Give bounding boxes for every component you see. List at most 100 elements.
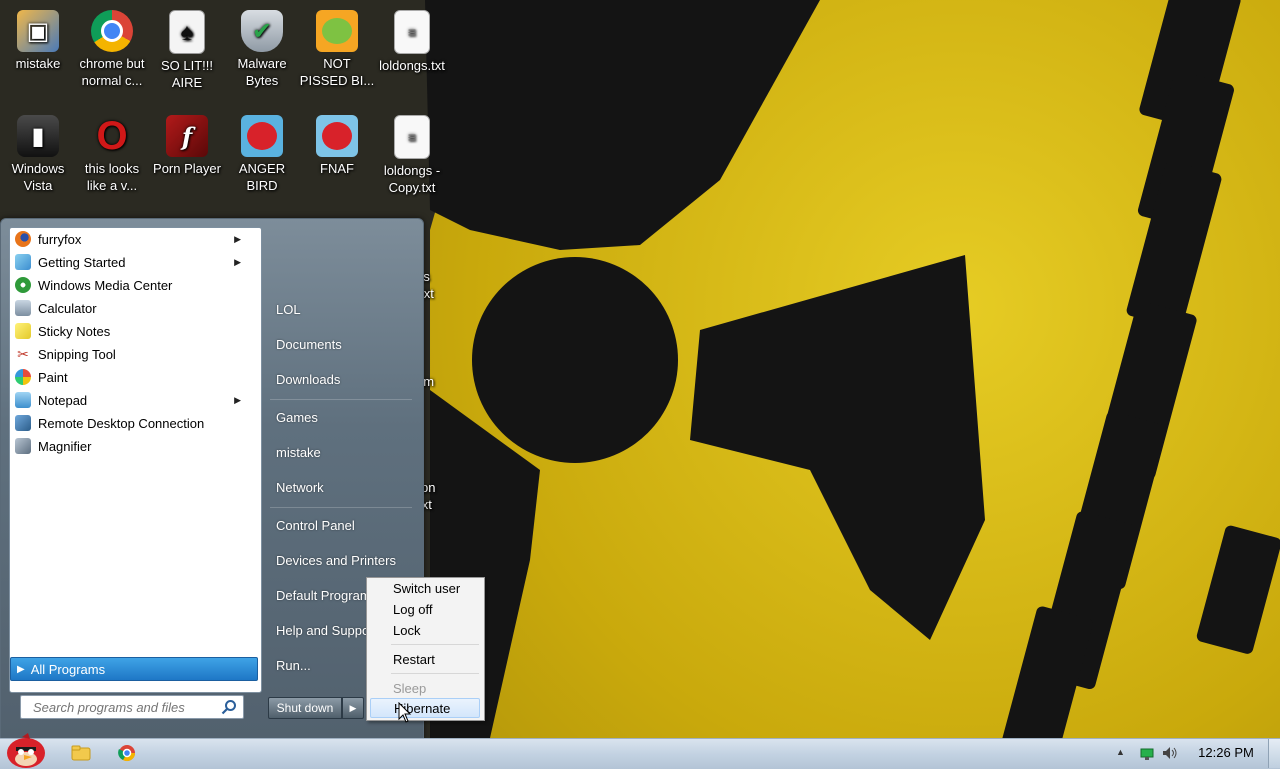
program-item-getting-started[interactable]: Getting Started ▶ bbox=[9, 251, 253, 273]
desktop-icon-opera[interactable]: O this looks like a v... bbox=[74, 109, 150, 194]
volume-icon[interactable] bbox=[1162, 746, 1178, 760]
program-label: Getting Started bbox=[38, 254, 126, 270]
menu-item-lock[interactable]: Lock bbox=[370, 620, 480, 640]
triangle-right-icon: ▶ bbox=[17, 663, 25, 675]
menu-item-switch-user[interactable]: Switch user bbox=[370, 578, 480, 598]
show-desktop-button[interactable] bbox=[1268, 739, 1280, 768]
desktop-icon-fnaf[interactable]: FNAF bbox=[299, 109, 375, 177]
green-pig-icon bbox=[316, 10, 358, 52]
right-link-devices-and-printers[interactable]: Devices and Printers bbox=[276, 553, 396, 568]
start-button[interactable] bbox=[4, 731, 48, 768]
program-item-calculator[interactable]: Calculator bbox=[9, 297, 253, 319]
program-item-notepad[interactable]: Notepad ▶ bbox=[9, 389, 253, 411]
shut-down-options-button[interactable]: ▶ bbox=[342, 697, 364, 719]
calculator-icon bbox=[15, 300, 31, 316]
show-hidden-icons-arrow[interactable]: ▲ bbox=[1116, 747, 1128, 759]
program-item-furryfox[interactable]: furryfox ▶ bbox=[9, 228, 253, 250]
network-tray-icon bbox=[1140, 748, 1154, 760]
right-link-default-programs[interactable]: Default Programs bbox=[276, 588, 366, 603]
cards-icon: ♠ bbox=[169, 10, 205, 54]
desktop-icon-label: chrome but normal c... bbox=[79, 56, 145, 88]
network-icon[interactable] bbox=[1140, 747, 1154, 760]
program-label: Magnifier bbox=[38, 438, 92, 454]
flash-icon: f bbox=[166, 115, 208, 157]
chrome-icon bbox=[118, 745, 136, 762]
desktop-icon-label: loldongs - Copy.txt bbox=[383, 163, 441, 195]
remote-desktop-icon bbox=[15, 415, 31, 431]
taskbar-chrome-button[interactable] bbox=[116, 743, 138, 763]
desktop-icon-not-pissed[interactable]: NOT PISSED BI... bbox=[299, 4, 375, 89]
taskbar-clock[interactable]: 12:26 PM bbox=[1188, 745, 1264, 760]
program-item-sticky-notes[interactable]: Sticky Notes bbox=[9, 320, 253, 342]
desktop-icon-loldongs[interactable]: ≡ loldongs.txt bbox=[374, 4, 450, 74]
taskbar bbox=[0, 738, 1280, 769]
shield-icon: ✔ bbox=[241, 10, 283, 52]
program-item-remote-desktop-connection[interactable]: Remote Desktop Connection bbox=[9, 412, 253, 434]
red-bird-icon bbox=[316, 115, 358, 157]
desktop-icon-label: Malware Bytes bbox=[237, 56, 287, 88]
magnifier-icon bbox=[15, 438, 31, 454]
program-label: Windows Media Center bbox=[38, 277, 173, 293]
desktop-icon-solitaire[interactable]: ♠ SO LIT!!! AIRE bbox=[149, 4, 225, 91]
program-item-paint[interactable]: Paint bbox=[9, 366, 253, 388]
right-link-run[interactable]: Run... bbox=[276, 658, 311, 673]
desktop-icon-mistake[interactable]: ▣ mistake bbox=[0, 4, 76, 72]
right-link-downloads[interactable]: Downloads bbox=[276, 372, 340, 387]
menu-item-log-off[interactable]: Log off bbox=[370, 599, 480, 619]
all-programs-button[interactable]: ▶ All Programs bbox=[10, 657, 258, 681]
shut-down-button[interactable]: Shut down bbox=[268, 697, 342, 719]
program-label: Calculator bbox=[38, 300, 97, 316]
media-center-icon bbox=[15, 277, 31, 293]
desktop-icon-windows-vista[interactable]: ▮ Windows Vista bbox=[0, 109, 76, 194]
right-link-control-panel[interactable]: Control Panel bbox=[276, 518, 355, 533]
submenu-arrow-icon: ▶ bbox=[234, 256, 241, 267]
menu-item-sleep: Sleep bbox=[393, 680, 427, 696]
program-label: Snipping Tool bbox=[38, 346, 116, 362]
submenu-arrow-icon: ▶ bbox=[234, 233, 241, 244]
opera-icon: O bbox=[96, 113, 128, 158]
start-search-box[interactable] bbox=[20, 695, 244, 719]
desktop-icon-label: Porn Player bbox=[153, 161, 221, 176]
program-item-windows-media-center[interactable]: Windows Media Center bbox=[9, 274, 253, 296]
text-file-icon: ≡ bbox=[394, 10, 430, 54]
search-input[interactable] bbox=[31, 698, 221, 716]
right-pane-separator bbox=[270, 399, 412, 400]
taskbar-explorer-button[interactable] bbox=[70, 743, 92, 763]
red-bird-icon bbox=[241, 115, 283, 157]
right-link-lol[interactable]: LOL bbox=[276, 302, 301, 317]
getting-started-icon bbox=[15, 254, 31, 270]
desktop-icon-malwarebytes[interactable]: ✔ Malware Bytes bbox=[224, 4, 300, 89]
program-label: furryfox bbox=[38, 231, 82, 247]
desktop-icon-loldongs-copy[interactable]: ≡ loldongs - Copy.txt bbox=[374, 109, 450, 196]
firefox-icon bbox=[15, 231, 31, 247]
right-link-network[interactable]: Network bbox=[276, 480, 324, 495]
desktop-icon-label: Windows Vista bbox=[11, 161, 65, 193]
program-label: Notepad bbox=[38, 392, 88, 408]
desktop-icon-label: FNAF bbox=[320, 161, 354, 176]
program-item-snipping-tool[interactable]: ✂ Snipping Tool bbox=[9, 343, 253, 365]
desktop-icon-chrome[interactable]: chrome but normal c... bbox=[74, 4, 150, 89]
sticky-notes-icon bbox=[15, 323, 31, 339]
chrome-icon bbox=[91, 10, 133, 52]
all-programs-label: All Programs bbox=[30, 661, 106, 677]
right-link-help-and-support[interactable]: Help and Support bbox=[276, 623, 366, 638]
desktop-icon-label: this looks like a v... bbox=[84, 161, 140, 193]
right-link-mistake[interactable]: mistake bbox=[276, 445, 321, 460]
angry-bird-start-orb-icon bbox=[7, 733, 45, 768]
menu-item-restart[interactable]: Restart bbox=[370, 649, 480, 669]
menu-item-hibernate[interactable]: Hibernate bbox=[370, 698, 480, 718]
submenu-arrow-icon: ▶ bbox=[234, 394, 241, 405]
scissors-icon: ✂ bbox=[17, 346, 29, 362]
desktop-icon-label: ANGER BIRD bbox=[238, 161, 286, 193]
trash-bin-icon: ▮ bbox=[17, 115, 59, 157]
desktop-icon-porn-player[interactable]: f Porn Player bbox=[149, 109, 225, 177]
desktop-icon-anger-bird[interactable]: ANGER BIRD bbox=[224, 109, 300, 194]
explorer-folder-icon bbox=[71, 745, 91, 761]
program-item-magnifier[interactable]: Magnifier bbox=[9, 435, 253, 457]
network-computer-icon: ▣ bbox=[17, 10, 59, 52]
search-icon[interactable] bbox=[221, 699, 237, 715]
right-link-games[interactable]: Games bbox=[276, 410, 318, 425]
text-file-icon: ≡ bbox=[394, 115, 430, 159]
right-link-documents[interactable]: Documents bbox=[276, 337, 342, 352]
menu-separator bbox=[391, 644, 479, 645]
